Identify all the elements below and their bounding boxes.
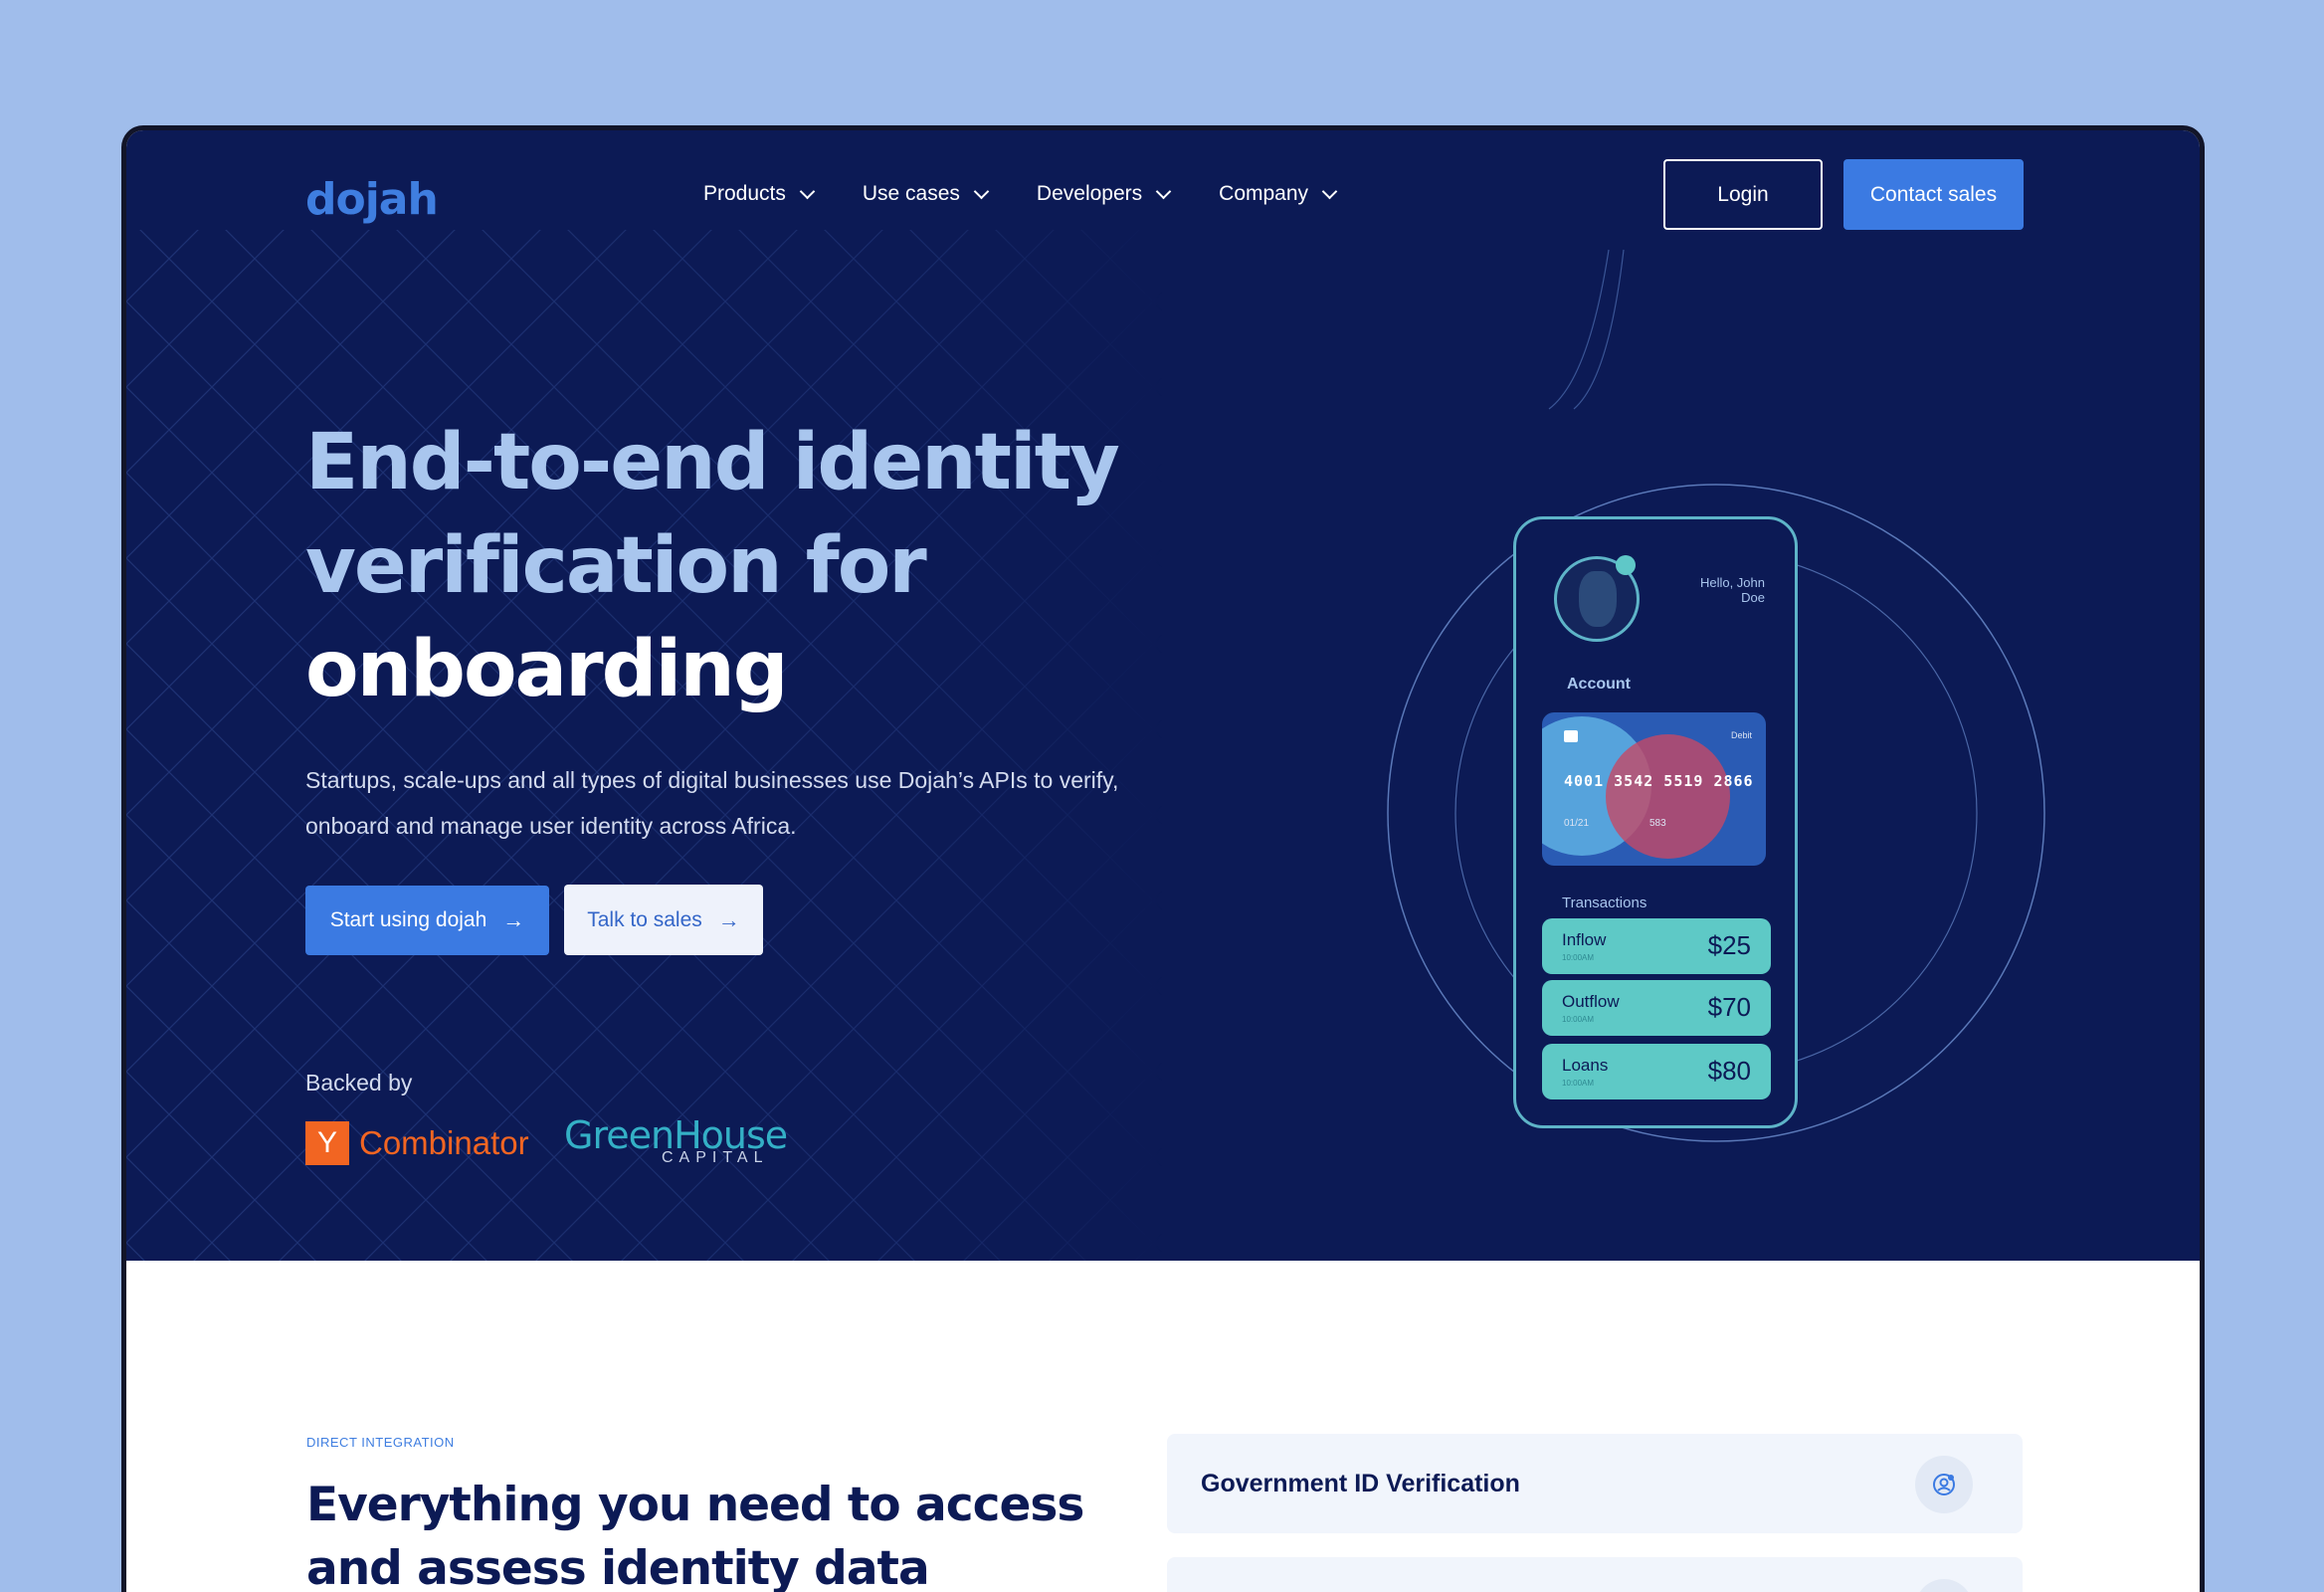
feature-card[interactable] [1167, 1557, 2023, 1592]
feature-card-government-id[interactable]: Government ID Verification [1167, 1434, 2023, 1533]
verified-check-icon [1616, 555, 1636, 575]
section-eyebrow: DIRECT INTEGRATION [306, 1435, 455, 1450]
gh-sub-text: CAPITAL [662, 1149, 769, 1166]
transaction-label: Outflow [1562, 992, 1620, 1011]
nav-item-label: Products [703, 182, 786, 205]
transaction-time: 10:00AM [1562, 953, 1595, 962]
transaction-amount: $80 [1707, 1056, 1751, 1086]
nav-item-label: Company [1219, 182, 1309, 205]
chevron-down-icon [799, 183, 816, 200]
greeting: Hello, John Doe [1699, 575, 1765, 605]
headline-line-1: End-to-end identity [305, 418, 1120, 507]
section-title: Everything you need to access and assess… [306, 1478, 1084, 1592]
hero-subcopy: Startups, scale-ups and all types of dig… [305, 767, 1119, 839]
nav-item-use-cases[interactable]: Use cases [862, 182, 990, 206]
button-label: Start using dojah [329, 908, 487, 931]
y-combinator-logo: Y Combinator [305, 1121, 529, 1165]
arrow-right-icon: → [717, 906, 740, 932]
transaction-row: Outflow 10:00AM $70 [1542, 980, 1771, 1036]
transaction-row: Inflow 10:00AM $25 [1542, 918, 1771, 974]
card-cvv: 583 [1649, 818, 1666, 829]
button-label: Talk to sales [587, 907, 702, 931]
transaction-label: Loans [1562, 1056, 1609, 1075]
transaction-amount: $25 [1707, 930, 1751, 960]
greenhouse-capital-logo: GreenHouse CAPITAL [564, 1113, 788, 1167]
feature-icon [1915, 1579, 1973, 1592]
nav-item-company[interactable]: Company [1219, 182, 1338, 206]
headline-line-2: verification for [305, 521, 927, 611]
headline-line-3: onboarding [305, 625, 789, 714]
face-icon [1579, 571, 1617, 627]
dojah-logo[interactable]: dojah [305, 174, 439, 225]
login-button[interactable]: Login [1663, 159, 1823, 230]
main-nav: Products Use cases Developers Company [703, 182, 1385, 206]
card-type: Debit [1730, 730, 1752, 740]
debit-card: Debit 4001 3542 5519 2866 01/21 583 [1542, 712, 1766, 866]
browser-frame: dojah Products Use cases Developers Comp… [121, 125, 2205, 1592]
chevron-down-icon [1321, 183, 1338, 200]
card-number: 4001 3542 5519 2866 [1564, 772, 1754, 790]
arrow-right-icon: → [502, 907, 525, 932]
yc-letter: Y [305, 1121, 349, 1165]
contact-sales-button[interactable]: Contact sales [1843, 159, 2024, 230]
bank-icon [1564, 730, 1578, 742]
feature-title: Government ID Verification [1201, 1470, 1520, 1497]
chevron-down-icon [1155, 183, 1172, 200]
nav-item-label: Developers [1036, 182, 1143, 205]
nav-item-products[interactable]: Products [703, 182, 816, 206]
card-decoration [1606, 734, 1730, 859]
hero-section: dojah Products Use cases Developers Comp… [126, 130, 2200, 1261]
nav-item-label: Use cases [862, 182, 960, 205]
transaction-time: 10:00AM [1562, 1079, 1595, 1088]
account-label: Account [1567, 676, 1631, 693]
nav-item-developers[interactable]: Developers [1036, 182, 1172, 206]
transaction-time: 10:00AM [1562, 1015, 1595, 1024]
transaction-label: Inflow [1562, 930, 1607, 949]
chevron-down-icon [973, 183, 990, 200]
yc-name: Combinator [359, 1124, 529, 1161]
user-check-icon [1915, 1456, 1973, 1513]
hero-headline: End-to-end identity verification for onb… [305, 411, 1300, 721]
transactions-label: Transactions [1562, 895, 1647, 911]
backed-by-label: Backed by [305, 1070, 413, 1095]
phone-mockup: Hello, John Doe Account Debit 4001 3542 … [1513, 516, 1798, 1128]
card-expiry: 01/21 [1564, 818, 1590, 829]
start-using-dojah-button[interactable]: Start using dojah → [305, 886, 549, 955]
talk-to-sales-button[interactable]: Talk to sales → [564, 885, 763, 955]
transaction-row: Loans 10:00AM $80 [1542, 1044, 1771, 1099]
transaction-amount: $70 [1707, 992, 1751, 1022]
